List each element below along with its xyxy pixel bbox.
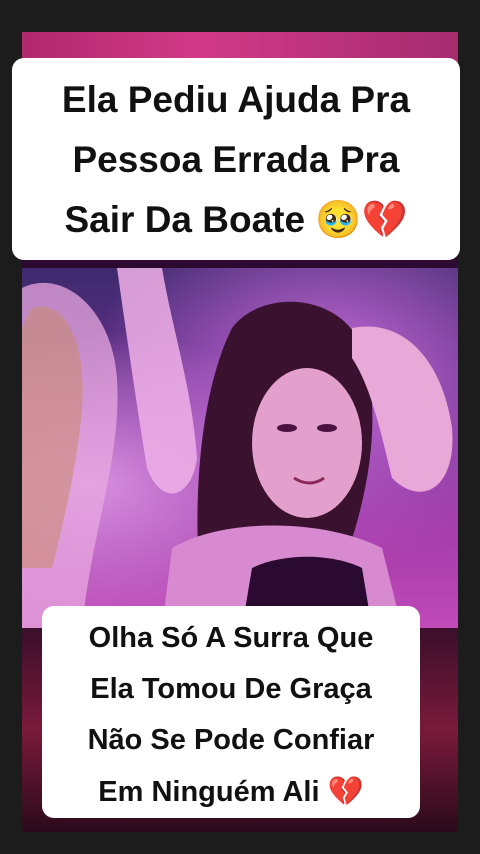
scene-illustration [22,268,453,628]
video-scene [22,268,458,628]
left-eye [277,424,297,432]
top-caption-line-3: Sair Da Boate 🥹💔 [12,190,460,250]
video-screen: Ela Pediu Ajuda Pra Pessoa Errada Pra Sa… [0,0,480,854]
bottom-caption-line-4: Em Ninguém Ali 💔 [42,766,420,818]
top-caption: Ela Pediu Ajuda Pra Pessoa Errada Pra Sa… [12,58,460,260]
bottom-caption: Olha Só A Surra Que Ela Tomou De Graça N… [42,606,420,818]
bottom-caption-line-1: Olha Só A Surra Que [88,622,374,654]
central-figure-face [252,368,362,518]
broken-heart-icon: 💔 [361,198,408,241]
raised-arm [117,268,197,494]
teary-face-emoji-icon: 🥹 [315,198,362,241]
bottom-caption-line-3: Não Se Pode Confiar [87,724,375,756]
top-caption-line-1: Ela Pediu Ajuda Pra [61,79,411,120]
broken-heart-icon: 💔 [327,774,364,808]
right-eye [317,424,337,432]
top-caption-line-2: Pessoa Errada Pra [72,139,400,180]
bottom-caption-line-4-text: Em Ninguém Ali [98,776,320,808]
top-caption-line-3-text: Sair Da Boate [64,199,306,240]
bottom-caption-line-2: Ela Tomou De Graça [90,673,372,705]
